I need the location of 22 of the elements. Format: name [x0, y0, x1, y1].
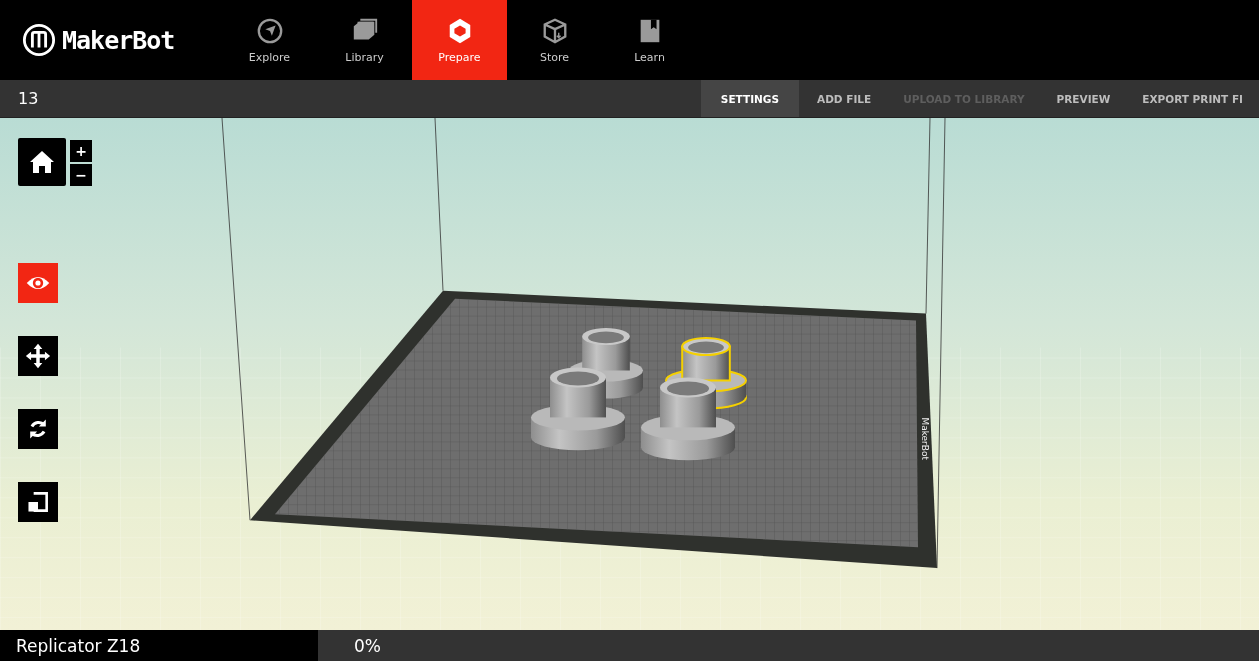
tool-button[interactable]	[18, 409, 58, 449]
brand-name: MakerBot	[62, 25, 175, 55]
explore-icon	[255, 16, 284, 45]
printer-name: Replicator Z18	[0, 630, 318, 661]
toolbar-tab[interactable]: SETTINGS	[700, 80, 800, 117]
toolbar-tab[interactable]: ADD FILE	[801, 80, 888, 117]
nav-tab[interactable]: Prepare	[412, 0, 507, 80]
scale-icon	[25, 489, 51, 515]
home-button[interactable]	[18, 138, 66, 186]
plate-label: MakerBot	[920, 417, 930, 460]
tool-button[interactable]	[18, 336, 58, 376]
zoom-button[interactable]: −	[70, 164, 92, 186]
logo-icon	[22, 23, 56, 57]
toolbar-tab[interactable]: EXPORT PRINT FI	[1126, 80, 1259, 117]
zoom-button[interactable]: +	[70, 140, 92, 162]
project-title: 13	[17, 89, 39, 108]
move-icon	[25, 343, 51, 369]
3d-model[interactable]	[531, 367, 625, 451]
tool-button[interactable]	[18, 482, 58, 522]
progress-reading: 0%	[354, 636, 381, 658]
toolbar-tab[interactable]: PREVIEW	[1040, 80, 1127, 117]
3d-model[interactable]	[641, 377, 735, 461]
